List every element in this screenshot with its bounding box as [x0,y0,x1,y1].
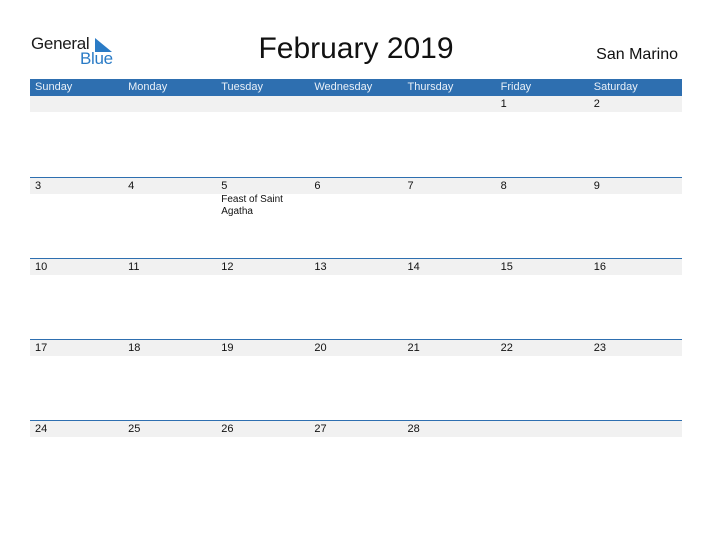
day-number: 26 [221,423,234,435]
day-event: Feast of Saint Agatha [221,194,283,217]
day-number [123,96,216,112]
day-number: 18 [128,342,141,354]
day-number: 23 [593,342,606,354]
day-number: 27 [314,423,327,435]
date-strip: 10 11 12 13 14 15 16 [30,259,682,275]
day-number: 22 [500,342,513,354]
day-number: 13 [314,261,327,273]
weekday-header: Tuesday [221,81,264,93]
day-number: 15 [500,261,513,273]
day-event [589,194,682,218]
date-strip: 3 4 5 6 7 8 9 [30,178,682,194]
day-number: 9 [593,180,600,192]
day-number: 20 [314,342,327,354]
day-number: 17 [35,342,48,354]
day-number: 4 [128,180,135,192]
day-number: 24 [35,423,48,435]
day-event [496,194,589,218]
date-strip: 12 [30,96,682,112]
week-row: 10 11 12 13 14 15 16 [30,258,682,339]
weekday-header: Thursday [407,81,454,93]
day-event [403,194,496,218]
day-number: 12 [221,261,234,273]
date-strip: 24 25 26 27 28 [30,421,682,437]
day-number [309,96,402,112]
weekday-header: Friday [500,81,532,93]
day-number: 7 [407,180,414,192]
day-number [496,421,589,437]
day-number [30,96,123,112]
day-number: 25 [128,423,141,435]
week-row: 12 [30,96,682,177]
day-number: 1 [500,98,507,110]
day-number: 2 [593,98,600,110]
country-label: San Marino [596,46,678,63]
events-row: Feast of Saint Agatha [30,194,682,218]
day-number: 19 [221,342,234,354]
day-number: 5 [221,180,228,192]
weekday-header-row: Sunday Monday Tuesday Wednesday Thursday… [30,79,682,96]
day-number: 3 [35,180,42,192]
weekday-header: Wednesday [314,81,373,93]
calendar-grid: Sunday Monday Tuesday Wednesday Thursday… [30,79,682,501]
week-row: 3 4 5 6 7 8 9 Feast of Saint Agatha [30,177,682,258]
day-number [403,96,496,112]
day-number: 21 [407,342,420,354]
weeks-container: 1 2 3 4 5 6 7 8 9 Feast of Saint Agatha 10 11 12 13 14… [30,96,682,501]
day-number: 14 [407,261,420,273]
day-event [309,194,402,218]
week-row: 24 25 26 27 28 [30,420,682,501]
week-row: 17 18 19 20 21 22 23 [30,339,682,420]
day-event [30,194,123,218]
date-strip: 17 18 19 20 21 22 23 [30,340,682,356]
weekday-header: Saturday [593,81,638,93]
weekday-header: Sunday [35,81,73,93]
day-event [123,194,216,218]
day-number: 28 [407,423,420,435]
day-number: 11 [128,261,140,273]
weekday-header: Monday [128,81,168,93]
day-number: 16 [593,261,606,273]
day-number: 10 [35,261,48,273]
day-number [589,421,682,437]
day-number: 6 [314,180,321,192]
day-number [216,96,309,112]
day-number: 8 [500,180,507,192]
